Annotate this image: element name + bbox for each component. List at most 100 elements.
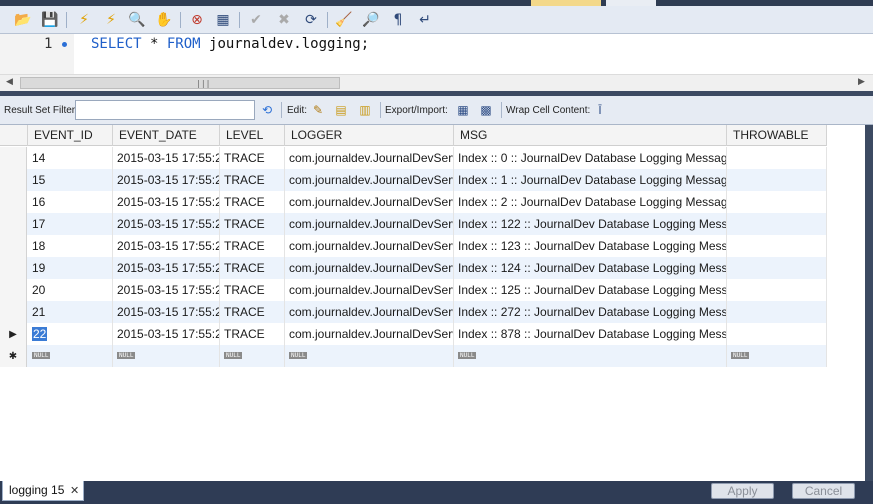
cell-level[interactable]: TRACE <box>220 191 285 213</box>
column-header-logger[interactable]: LOGGER <box>285 125 454 146</box>
column-header-throwable[interactable]: THROWABLE <box>727 125 827 146</box>
column-header-event-date[interactable]: EVENT_DATE <box>113 125 220 146</box>
cell-throwable[interactable] <box>727 257 827 279</box>
refresh-icon[interactable]: ⟲ <box>258 101 276 119</box>
import-icon[interactable]: ▩ <box>477 101 495 119</box>
cell-throwable[interactable] <box>727 301 827 323</box>
table-row[interactable]: 19 2015-03-15 17:55:20 TRACE com.journaldev… <box>0 257 827 279</box>
find-icon[interactable]: 🔎 <box>361 10 381 30</box>
cell-logger[interactable]: com.journaldev.JournalDevServlet <box>285 169 454 191</box>
cell-event-id[interactable]: 17 <box>28 213 113 235</box>
cell-event-date[interactable]: 2015-03-15 17:55:20 <box>113 257 220 279</box>
cell-logger[interactable]: com.journaldev.JournalDevServlet <box>285 279 454 301</box>
cell-logger[interactable]: com.journaldev.JournalDevServlet <box>285 323 454 345</box>
column-header-msg[interactable]: MSG <box>454 125 727 146</box>
cell-throwable[interactable] <box>727 323 827 345</box>
table-row[interactable]: 18 2015-03-15 17:55:20 TRACE com.journaldev… <box>0 235 827 257</box>
scrollbar-thumb[interactable]: ||| <box>20 77 340 89</box>
cell-event-date[interactable]: 2015-03-15 17:55:20 <box>113 213 220 235</box>
cell-event-id[interactable]: 20 <box>28 279 113 301</box>
cell-logger[interactable]: com.journaldev.JournalDevServlet <box>285 235 454 257</box>
save-icon[interactable]: 💾 <box>40 10 60 30</box>
cell-event-date[interactable]: 2015-03-15 17:55:20 <box>113 323 220 345</box>
explain-icon[interactable]: 🔍 <box>127 10 147 30</box>
folder-open-icon[interactable]: 📂 <box>13 10 33 30</box>
new-row[interactable]: ✱ NULL NULL NULL NULL NULL NULL <box>0 345 827 367</box>
row-header[interactable] <box>0 169 27 191</box>
table-row[interactable]: 20 2015-03-15 17:55:20 TRACE com.journaldev… <box>0 279 827 301</box>
autocommit-icon[interactable]: ⟳ <box>301 10 321 30</box>
cell-msg[interactable]: Index :: 0 :: JournalDev Database Loggin… <box>454 147 727 169</box>
cell-event-id-new[interactable]: NULL <box>28 345 113 367</box>
cell-msg[interactable]: Index :: 1 :: JournalDev Database Loggin… <box>454 169 727 191</box>
scroll-left-icon[interactable]: ◀ <box>6 77 13 87</box>
sql-editor[interactable]: 1 SELECT * FROM journaldev.logging; <box>0 34 873 74</box>
cell-throwable[interactable] <box>727 147 827 169</box>
cell-throwable[interactable] <box>727 213 827 235</box>
cell-msg[interactable]: Index :: 878 :: JournalDev Database Logg… <box>454 323 727 345</box>
execute-selection-icon[interactable]: ⚡ <box>101 10 121 30</box>
wrap-cell-icon[interactable]: Ī <box>591 101 609 119</box>
cell-event-date-new[interactable]: NULL <box>113 345 220 367</box>
cell-event-id[interactable]: 14 <box>28 147 113 169</box>
cell-throwable-new[interactable]: NULL <box>727 345 827 367</box>
cell-msg[interactable]: Index :: 123 :: JournalDev Database Logg… <box>454 235 727 257</box>
column-header-level[interactable]: LEVEL <box>220 125 285 146</box>
cell-event-date[interactable]: 2015-03-15 17:55:20 <box>113 147 220 169</box>
cell-throwable[interactable] <box>727 191 827 213</box>
row-header[interactable]: ▶ <box>0 323 27 345</box>
cell-logger-new[interactable]: NULL <box>285 345 454 367</box>
row-header[interactable] <box>0 279 27 301</box>
rollback-icon[interactable]: ✖ <box>274 10 294 30</box>
cell-level[interactable]: TRACE <box>220 257 285 279</box>
cell-event-id[interactable]: 22 <box>28 323 113 345</box>
word-wrap-icon[interactable]: ↵ <box>415 10 435 30</box>
cell-logger[interactable]: com.journaldev.JournalDevServlet <box>285 257 454 279</box>
apply-button[interactable]: Apply <box>711 483 774 499</box>
result-grid[interactable]: EVENT_ID EVENT_DATE LEVEL LOGGER MSG THR… <box>0 125 869 481</box>
cell-logger[interactable]: com.journaldev.JournalDevServlet <box>285 213 454 235</box>
commit-icon[interactable]: ✔ <box>246 10 266 30</box>
column-header-event-id[interactable]: EVENT_ID <box>28 125 113 146</box>
cell-level[interactable]: TRACE <box>220 213 285 235</box>
cell-event-id[interactable]: 16 <box>28 191 113 213</box>
selected-cell-text[interactable]: 22 <box>32 327 48 341</box>
cell-msg[interactable]: Index :: 124 :: JournalDev Database Logg… <box>454 257 727 279</box>
row-header[interactable] <box>0 301 27 323</box>
scroll-right-icon[interactable]: ▶ <box>858 77 865 87</box>
cell-event-id[interactable]: 19 <box>28 257 113 279</box>
cell-event-date[interactable]: 2015-03-15 17:55:20 <box>113 301 220 323</box>
cell-msg[interactable]: Index :: 125 :: JournalDev Database Logg… <box>454 279 727 301</box>
cell-event-id[interactable]: 21 <box>28 301 113 323</box>
cell-event-date[interactable]: 2015-03-15 17:55:20 <box>113 191 220 213</box>
cancel-button[interactable]: Cancel <box>792 483 855 499</box>
table-row[interactable]: 14 2015-03-15 17:55:20 TRACE com.journaldev… <box>0 147 827 169</box>
edit-row-icon[interactable]: ✎ <box>309 101 327 119</box>
cell-logger[interactable]: com.journaldev.JournalDevServlet <box>285 301 454 323</box>
cell-throwable[interactable] <box>727 169 827 191</box>
cell-level[interactable]: TRACE <box>220 169 285 191</box>
cell-event-id[interactable]: 18 <box>28 235 113 257</box>
row-header[interactable] <box>0 191 27 213</box>
table-row[interactable]: 15 2015-03-15 17:55:20 TRACE com.journaldev… <box>0 169 827 191</box>
table-row[interactable]: ▶ 22 2015-03-15 17:55:20 TRACE com.journalde… <box>0 323 827 345</box>
cell-throwable[interactable] <box>727 235 827 257</box>
toggle-continue-icon[interactable]: ⊗ <box>187 10 207 30</box>
cell-level[interactable]: TRACE <box>220 301 285 323</box>
cell-msg[interactable]: Index :: 272 :: JournalDev Database Logg… <box>454 301 727 323</box>
sql-query-text[interactable]: SELECT * FROM journaldev.logging; <box>91 36 369 52</box>
close-tab-icon[interactable]: ✕ <box>70 484 79 497</box>
cell-logger[interactable]: com.journaldev.JournalDevServlet <box>285 147 454 169</box>
export-icon[interactable]: ▦ <box>454 101 472 119</box>
toggle-result-icon[interactable]: ▦ <box>213 10 233 30</box>
table-row[interactable]: 16 2015-03-15 17:55:20 TRACE com.journaldev… <box>0 191 827 213</box>
stop-icon[interactable]: ✋ <box>154 10 174 30</box>
row-header[interactable] <box>0 213 27 235</box>
result-filter-input[interactable] <box>75 100 255 120</box>
row-header[interactable] <box>0 147 27 169</box>
cell-event-id[interactable]: 15 <box>28 169 113 191</box>
cell-level[interactable]: TRACE <box>220 279 285 301</box>
editor-horizontal-scrollbar[interactable]: ◀ ||| ▶ <box>0 74 873 91</box>
cell-level[interactable]: TRACE <box>220 235 285 257</box>
cell-logger[interactable]: com.journaldev.JournalDevServlet <box>285 191 454 213</box>
